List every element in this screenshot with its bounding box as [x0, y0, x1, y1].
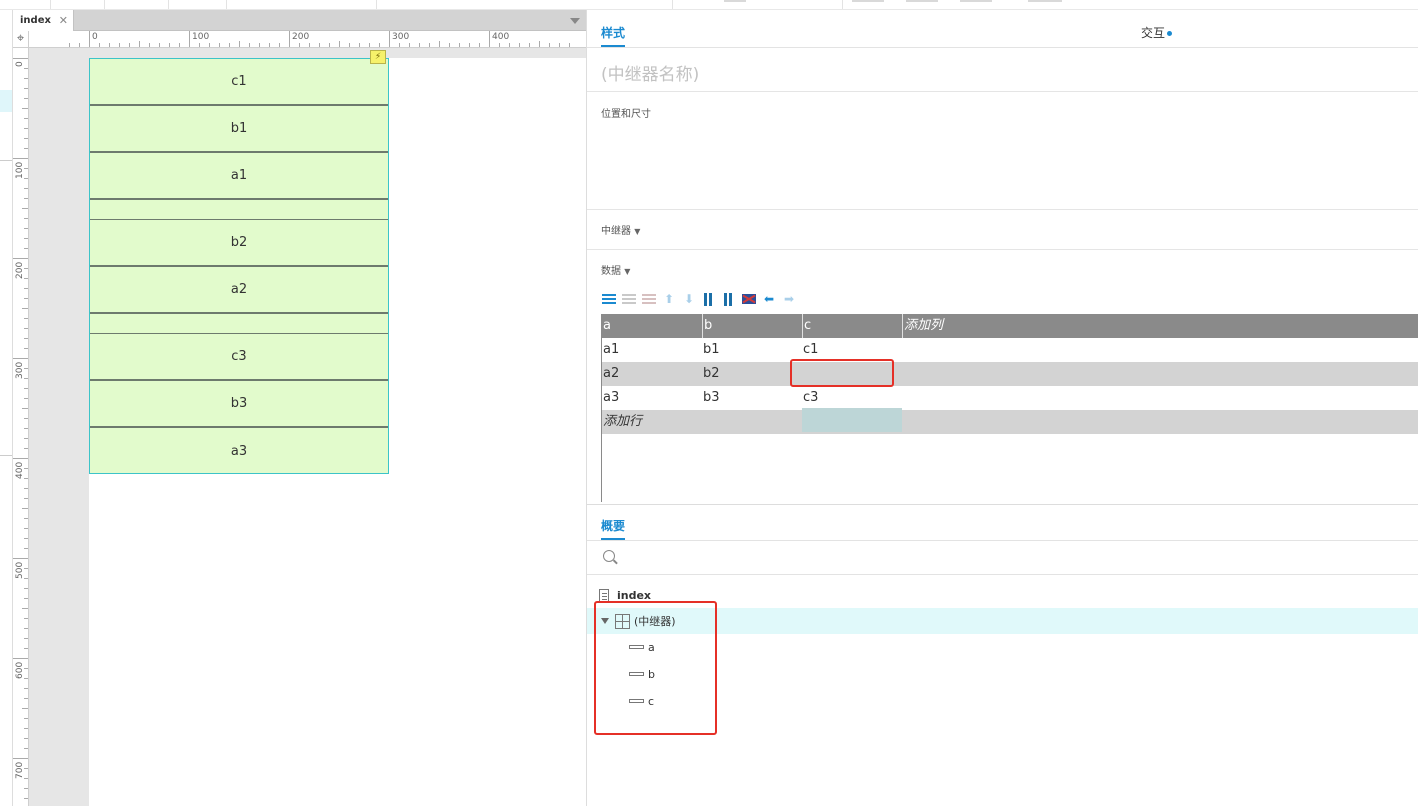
table-cell[interactable]: b2: [702, 362, 802, 386]
arrow-up-icon[interactable]: ⬆: [661, 292, 677, 306]
repeater-widget[interactable]: c1 b1 a1 b2 a2 c3 b3 a3: [89, 58, 389, 474]
repeater-empty-row: [90, 314, 388, 334]
arrow-left-icon[interactable]: ⬅: [761, 292, 777, 306]
section-position-size: 位置和尺寸: [601, 109, 651, 120]
table-cell[interactable]: b3: [702, 386, 802, 410]
inspector-tabs: 样式 交互: [587, 10, 1418, 48]
ruler-label: 600: [15, 661, 25, 679]
delete-column-icon[interactable]: [741, 292, 757, 306]
add-row-button[interactable]: 添加行: [602, 410, 722, 434]
repeater-item[interactable]: b3: [90, 381, 388, 428]
table-cell[interactable]: c3: [802, 386, 902, 410]
chevron-down-icon[interactable]: [570, 18, 580, 24]
left-side-strip: [0, 10, 13, 806]
ruler-label: 300: [392, 32, 410, 42]
vertical-ruler: 0 100 200 300 400 500 600 700: [13, 48, 29, 806]
selected-empty-cell[interactable]: [802, 408, 902, 432]
tree-page-label: index: [617, 588, 652, 602]
ruler-label: 0: [92, 32, 98, 42]
repeater-item[interactable]: a3: [90, 428, 388, 475]
repeater-data-grid: a b c 添加列 a1 b1 c1 a2 b2 a3 b3 c3 添加行: [601, 314, 1418, 502]
annotation-highlight-empty-cell: [790, 359, 894, 387]
top-toolbar-strip: [0, 0, 1418, 10]
chevron-down-icon: ▼: [634, 227, 641, 236]
repeater-item[interactable]: b1: [90, 106, 388, 153]
insert-column-left-icon[interactable]: [701, 292, 717, 306]
ruler-label: 400: [15, 461, 25, 479]
outline-tabs: 概要: [587, 504, 1418, 541]
app-window: index ✕ ⌖ 0 100 200 300 400 0 100 200 300 400 500…: [0, 0, 1418, 806]
section-repeater[interactable]: 中继器 ▼: [601, 222, 640, 237]
table-row: a3 b3 c3: [602, 386, 1418, 410]
ruler-label: 500: [15, 561, 25, 579]
delete-rows-icon[interactable]: [641, 292, 657, 306]
ruler-label: 200: [15, 261, 25, 279]
ruler-label: 100: [192, 32, 210, 42]
grid-header-row: a b c 添加列: [602, 314, 1418, 338]
repeater-item[interactable]: c1: [90, 59, 388, 106]
repeater-item[interactable]: c3: [90, 334, 388, 381]
data-toolbar: ⬆ ⬇ ⬅ ➡: [601, 292, 797, 306]
table-cell[interactable]: a3: [602, 386, 702, 410]
section-data-label: 数据: [601, 266, 621, 277]
arrow-right-icon[interactable]: ➡: [781, 292, 797, 306]
tab-label: index: [20, 15, 51, 26]
search-icon: [603, 550, 615, 562]
table-cell[interactable]: a1: [602, 338, 702, 362]
page-icon: [599, 588, 609, 602]
table-cell[interactable]: b1: [702, 338, 802, 362]
inspector-panel: 样式 交互 (中继器名称) 位置和尺寸 中继器 ▼ 数据 ▼ ⬆ ⬇ ⬅ ➡ a…: [586, 10, 1418, 806]
table-row: a2 b2: [602, 362, 1418, 386]
delete-row-icon[interactable]: [621, 292, 637, 306]
tab-style[interactable]: 样式: [601, 24, 626, 47]
repeater-empty-row: [90, 200, 388, 220]
ruler-label: 200: [292, 32, 310, 42]
tab-index[interactable]: index ✕: [13, 10, 74, 31]
table-cell[interactable]: a2: [602, 362, 702, 386]
ruler-label: 700: [15, 761, 25, 779]
add-row-row: 添加行: [602, 410, 1418, 434]
crosshair-icon[interactable]: ⌖: [13, 31, 29, 48]
ruler-label: 300: [15, 361, 25, 379]
column-header[interactable]: a: [602, 314, 702, 338]
ruler-label: 400: [492, 32, 510, 42]
repeater-item[interactable]: a2: [90, 267, 388, 314]
repeater-item[interactable]: b2: [90, 220, 388, 267]
section-repeater-label: 中继器: [601, 226, 631, 237]
widget-name-field[interactable]: (中继器名称): [601, 60, 699, 85]
lightning-icon[interactable]: ⚡: [370, 50, 386, 64]
tab-interaction-label: 交互: [1141, 26, 1166, 40]
ruler-label: 0: [15, 61, 25, 67]
status-dot-icon: [1167, 31, 1173, 36]
horizontal-ruler: 0 100 200 300 400: [29, 31, 586, 48]
close-icon[interactable]: ✕: [59, 14, 68, 27]
column-header[interactable]: b: [702, 314, 802, 338]
search-input[interactable]: [623, 547, 1403, 569]
chevron-down-icon: ▼: [624, 267, 631, 276]
ruler-label: 100: [15, 161, 25, 179]
column-header[interactable]: c: [802, 314, 902, 338]
outline-search: [587, 541, 1418, 575]
tab-interaction[interactable]: 交互: [1141, 24, 1173, 41]
document-tab-bar: index ✕: [13, 10, 586, 31]
annotation-highlight-outline: [594, 601, 717, 735]
table-row: a1 b1 c1: [602, 338, 1418, 362]
insert-column-right-icon[interactable]: [721, 292, 737, 306]
add-column-button[interactable]: 添加列: [902, 314, 1022, 338]
section-data[interactable]: 数据 ▼: [601, 262, 630, 277]
arrow-down-icon[interactable]: ⬇: [681, 292, 697, 306]
insert-row-icon[interactable]: [601, 292, 617, 306]
repeater-item[interactable]: a1: [90, 153, 388, 200]
tab-outline[interactable]: 概要: [601, 517, 626, 540]
